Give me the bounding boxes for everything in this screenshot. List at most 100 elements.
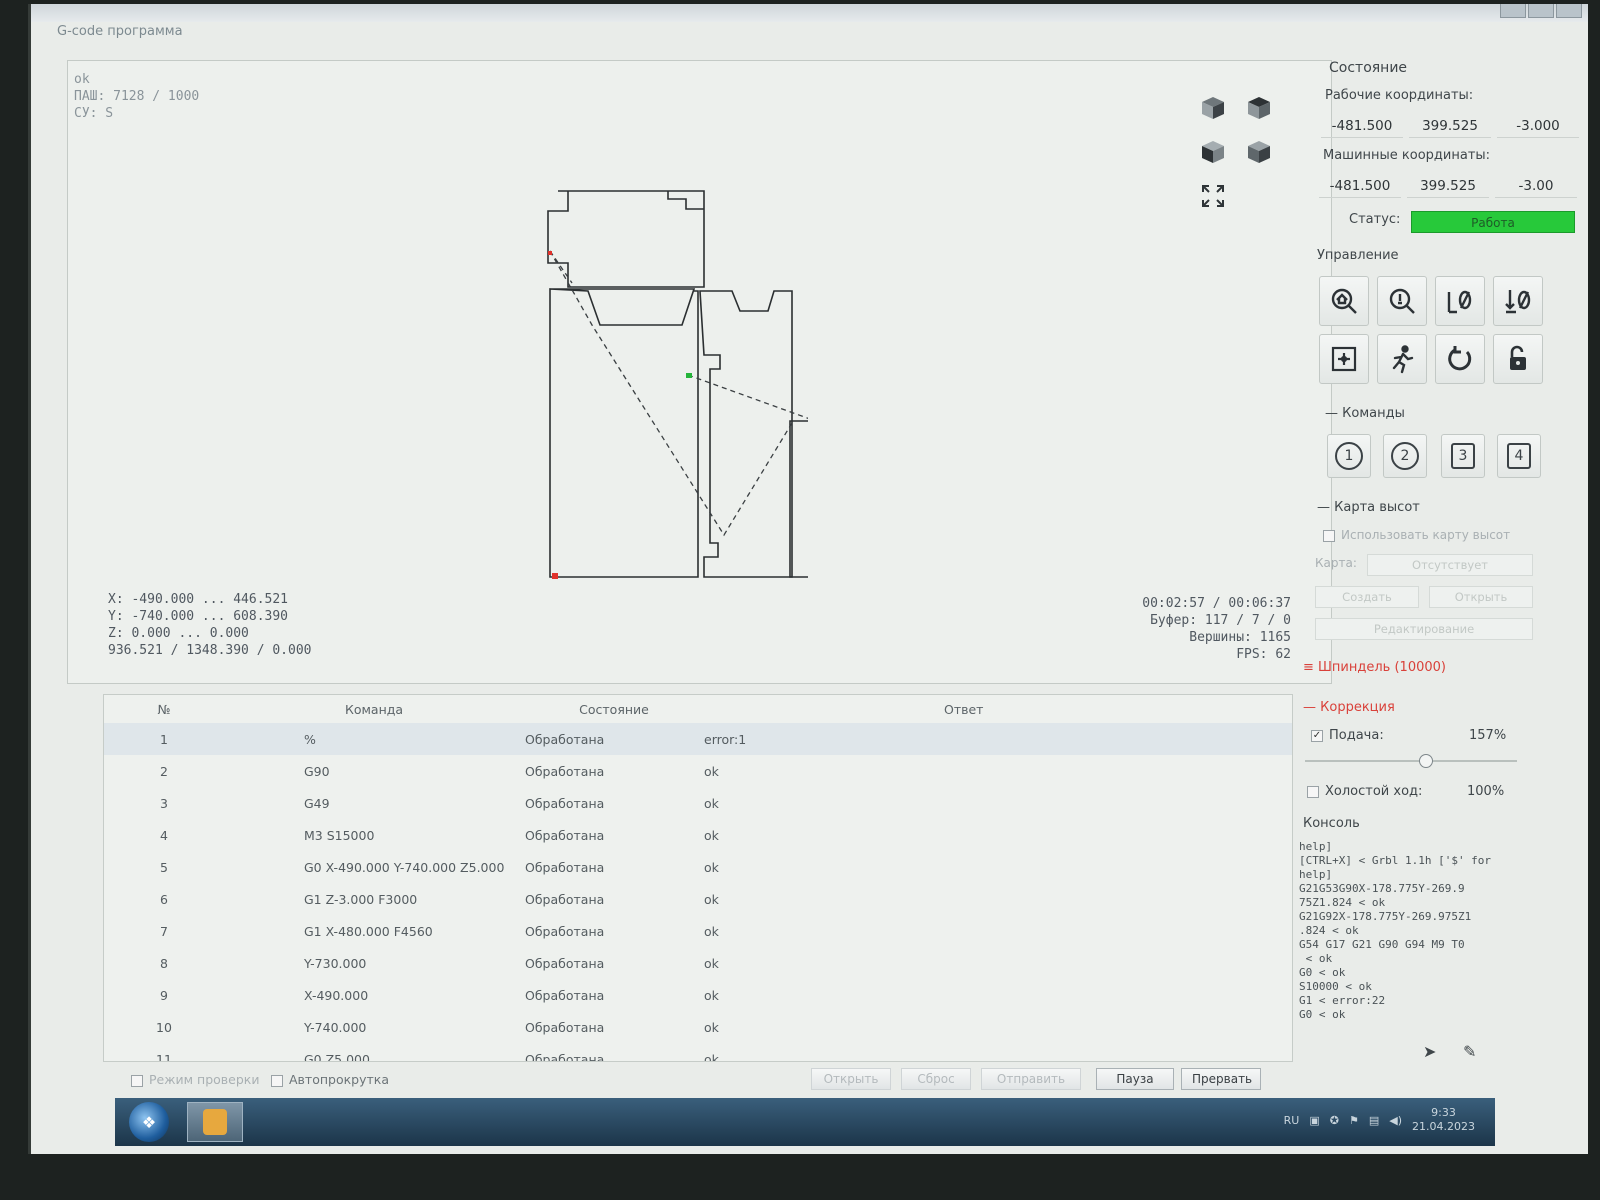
home-icon[interactable] xyxy=(1319,276,1369,326)
clear-console-icon[interactable]: ✎ xyxy=(1463,1042,1476,1061)
taskbar-app-candle[interactable] xyxy=(187,1102,243,1142)
spindle-title: Шпиндель (10000) xyxy=(1318,660,1446,675)
edit-map-button[interactable]: Редактирование xyxy=(1315,618,1533,640)
heightmap-title-text: Карта высот xyxy=(1334,500,1420,515)
command-1-button[interactable]: 1 xyxy=(1327,434,1371,478)
visualizer[interactable]: ok ПАШ: 7128 / 1000 СУ: S X: -490.000 ..… xyxy=(67,60,1332,684)
close-button[interactable] xyxy=(1556,4,1582,18)
send-command-icon[interactable]: ➤ xyxy=(1423,1042,1436,1061)
feed-slider[interactable] xyxy=(1305,754,1517,768)
feed-slider-handle[interactable] xyxy=(1419,754,1433,768)
network-icon[interactable]: ▣ xyxy=(1309,1114,1319,1127)
origin-icon[interactable] xyxy=(1319,334,1369,384)
program-group-title: G-code программа xyxy=(57,24,183,39)
feed-label: Подача: xyxy=(1329,728,1384,743)
clock-date: 21.04.2023 xyxy=(1412,1120,1475,1133)
reset-button[interactable]: Сброс xyxy=(901,1068,971,1090)
row-state: Обработана xyxy=(525,891,605,907)
table-row[interactable]: 11 G0 Z5.000 Обработана ok xyxy=(104,1043,1292,1062)
correction-title[interactable]: — Коррекция xyxy=(1303,700,1395,715)
volume-icon[interactable]: ◀) xyxy=(1389,1114,1402,1127)
command-4-button[interactable]: 4 xyxy=(1497,434,1541,478)
clock[interactable]: 9:33 21.04.2023 xyxy=(1412,1106,1475,1134)
row-state: Обработана xyxy=(525,955,605,971)
pause-button[interactable]: Пауза xyxy=(1096,1068,1174,1090)
row-command: % xyxy=(224,723,524,755)
flag-icon[interactable]: ⚑ xyxy=(1349,1114,1359,1127)
correction-title-text: Коррекция xyxy=(1320,700,1395,715)
rapid-toggle[interactable]: Холостой ход: xyxy=(1307,784,1422,799)
open-button[interactable]: Открыть xyxy=(811,1068,891,1090)
table-row[interactable]: 2 G90 Обработана ok xyxy=(104,755,1292,787)
viewer-info-line: ПАШ: 7128 / 1000 xyxy=(74,89,200,104)
minimize-button[interactable] xyxy=(1500,4,1526,18)
language-indicator[interactable]: RU xyxy=(1284,1114,1300,1127)
row-command: G49 xyxy=(304,795,330,811)
table-row[interactable]: 10 Y-740.000 Обработана ok xyxy=(104,1011,1292,1043)
stat-time: 00:02:57 / 00:06:37 xyxy=(1142,596,1291,611)
row-number: 6 xyxy=(160,891,168,907)
table-row[interactable]: 4 M3 S15000 Обработана ok xyxy=(104,819,1292,851)
machine-y: 399.525 xyxy=(1407,174,1489,198)
header-state[interactable]: Состояние xyxy=(524,695,704,723)
heightmap-title: — Карта высот xyxy=(1317,500,1420,515)
header-command[interactable]: Команда xyxy=(224,695,524,723)
zoom-probe-icon[interactable] xyxy=(1377,276,1427,326)
row-response: ok xyxy=(704,795,719,811)
cube-front-icon[interactable] xyxy=(1196,91,1230,125)
bounds-y: Y: -740.000 ... 608.390 xyxy=(108,609,289,624)
command-2-button[interactable]: 2 xyxy=(1383,434,1427,478)
table-row[interactable]: 6 G1 Z-3.000 F3000 Обработана ok xyxy=(104,883,1292,915)
header-num[interactable]: № xyxy=(104,695,224,723)
abort-button[interactable]: Прервать xyxy=(1181,1068,1261,1090)
cube-top-icon[interactable] xyxy=(1242,91,1276,125)
table-row[interactable]: 1% Обработана error:1 xyxy=(104,723,1292,755)
row-command: Y-740.000 xyxy=(304,1019,367,1035)
rapid-label: Холостой ход: xyxy=(1325,784,1423,799)
antivirus-icon[interactable]: ✪ xyxy=(1330,1114,1339,1127)
use-heightmap-label: Использовать карту высот xyxy=(1341,528,1511,542)
create-map-button[interactable]: Создать xyxy=(1315,586,1419,608)
check-mode-toggle[interactable]: Режим проверки xyxy=(131,1072,259,1087)
spindle-section[interactable]: ≡ Шпиндель (10000) xyxy=(1303,660,1446,675)
commands-title: — Команды xyxy=(1325,406,1405,421)
table-row[interactable]: 9 X-490.000 Обработана ok xyxy=(104,979,1292,1011)
zero-xy-icon[interactable] xyxy=(1435,276,1485,326)
window-controls xyxy=(1500,4,1582,18)
feed-toggle[interactable]: ✓ Подача: xyxy=(1311,728,1384,743)
maximize-button[interactable] xyxy=(1528,4,1554,18)
zero-z-icon[interactable] xyxy=(1493,276,1543,326)
gcode-table[interactable]: № Команда Состояние Ответ 1% Обработана er… xyxy=(103,694,1293,1062)
restart-icon[interactable] xyxy=(1435,334,1485,384)
console-line: < ok xyxy=(1299,952,1333,965)
cube-iso-icon[interactable] xyxy=(1242,135,1276,169)
row-response: ok xyxy=(704,827,719,843)
send-button[interactable]: Отправить xyxy=(981,1068,1081,1090)
autoscroll-toggle[interactable]: Автопрокрутка xyxy=(271,1072,389,1087)
row-command: G0 X-490.000 Y-740.000 Z5.000 xyxy=(304,859,505,875)
table-row[interactable]: 7 G1 X-480.000 F4560 Обработана ok xyxy=(104,915,1292,947)
console-title: Консоль xyxy=(1303,816,1360,831)
use-heightmap-toggle[interactable]: Использовать карту высот xyxy=(1323,528,1510,542)
header-response[interactable]: Ответ xyxy=(704,695,1292,723)
map-field[interactable]: Отсутствует xyxy=(1367,554,1533,576)
open-map-button[interactable]: Открыть xyxy=(1429,586,1533,608)
row-response: ok xyxy=(704,859,719,875)
command-3-button[interactable]: 3 xyxy=(1441,434,1485,478)
control-title: Управление xyxy=(1317,248,1399,263)
cube-left-icon[interactable] xyxy=(1196,135,1230,169)
start-button[interactable]: ❖ xyxy=(129,1102,169,1142)
fit-icon[interactable] xyxy=(1196,179,1230,213)
run-icon[interactable] xyxy=(1377,334,1427,384)
row-response: ok xyxy=(704,763,719,779)
monitor-icon[interactable]: ▤ xyxy=(1369,1114,1379,1127)
row-number: 1 xyxy=(104,723,224,755)
toolpath-drawing xyxy=(547,190,808,579)
table-row[interactable]: 3 G49 Обработана ok xyxy=(104,787,1292,819)
unlock-icon[interactable] xyxy=(1493,334,1543,384)
table-row[interactable]: 5 G0 X-490.000 Y-740.000 Z5.000 Обработана… xyxy=(104,851,1292,883)
table-row[interactable]: 8 Y-730.000 Обработана ok xyxy=(104,947,1292,979)
row-number: 10 xyxy=(156,1019,172,1035)
console-output[interactable]: help] [CTRL+X] < Grbl 1.1h ['$' for help] G… xyxy=(1299,840,1511,1036)
feed-value: 157% xyxy=(1469,728,1507,743)
